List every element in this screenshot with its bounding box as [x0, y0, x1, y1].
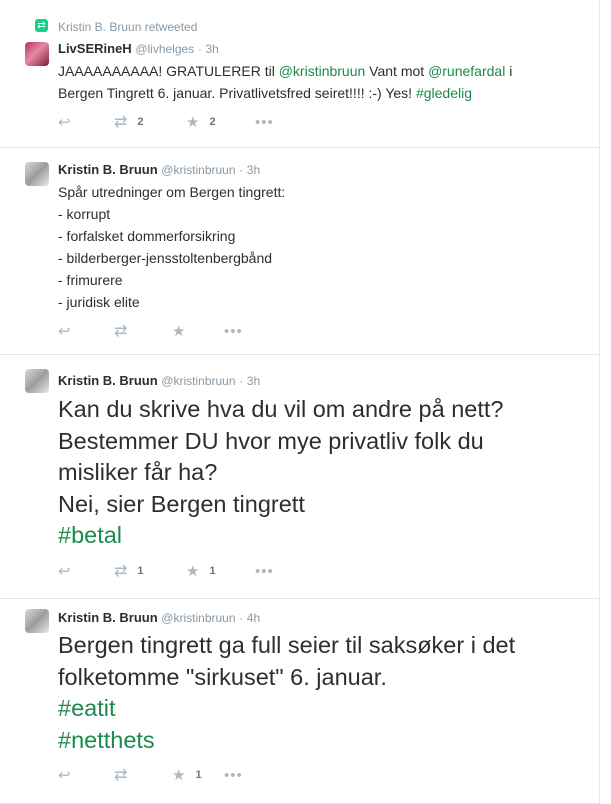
- reply-button[interactable]: ↩: [58, 765, 71, 785]
- reply-button[interactable]: ↩: [58, 112, 71, 132]
- fullname[interactable]: Kristin B. Bruun: [58, 373, 158, 388]
- retweet-button[interactable]: ⇄ 1: [114, 561, 144, 581]
- tweet-text: Bergen tingrett ga full seier til saksøk…: [58, 630, 515, 756]
- tweet-line: - bilderberger-jensstoltenbergbånd: [58, 250, 273, 266]
- reply-arrow-icon: ↩: [58, 767, 71, 784]
- avatar[interactable]: [25, 609, 49, 633]
- more-dots-icon: •••: [255, 113, 274, 131]
- tweet-text: JAAAAAAAAAA! GRATULERER til @kristinbruu…: [58, 60, 512, 104]
- reply-button[interactable]: ↩: [58, 561, 71, 581]
- avatar[interactable]: [25, 369, 49, 393]
- more-dots-icon: •••: [224, 766, 243, 784]
- hashtag-link[interactable]: #netthets: [58, 725, 515, 757]
- username[interactable]: @kristinbruun: [161, 611, 235, 625]
- reply-button[interactable]: ↩: [58, 321, 71, 341]
- tweet-header: Kristin B. Bruun @kristinbruun · 3h: [58, 373, 260, 388]
- favorite-count: 1: [209, 565, 216, 577]
- mention-link[interactable]: @runefardal: [428, 63, 505, 79]
- tweet-line: Bestemmer DU hvor mye privatliv folk du: [58, 427, 484, 454]
- more-button[interactable]: •••: [255, 112, 274, 132]
- retweet-badge-icon: ⇄: [35, 19, 48, 32]
- tweet-line: misliker får ha?: [58, 459, 218, 485]
- mention-link[interactable]: @kristinbruun: [279, 63, 366, 79]
- timestamp[interactable]: 3h: [247, 163, 260, 177]
- tweet-line: - juridisk elite: [58, 294, 140, 310]
- favorite-button[interactable]: ★ 2: [186, 112, 216, 132]
- tweet-line: Nei, sier Bergen tingrett: [58, 490, 305, 517]
- retweet-icon: ⇄: [114, 563, 128, 580]
- favorite-count: 2: [209, 116, 216, 128]
- retweet-button[interactable]: ⇄ 2: [114, 112, 144, 132]
- username[interactable]: @livhelges: [135, 42, 194, 56]
- tweet-line: JAAAAAAAAAA! GRATULERER til @kristinbruu…: [58, 63, 513, 79]
- tweet-line: Bergen tingrett ga full seier til saksøk…: [58, 632, 516, 658]
- avatar[interactable]: [25, 162, 49, 186]
- separator: ·: [197, 42, 202, 56]
- separator: ·: [239, 611, 244, 625]
- more-button[interactable]: •••: [255, 561, 274, 581]
- separator: ·: [239, 374, 244, 388]
- hashtag-link[interactable]: #gledelig: [416, 85, 472, 101]
- more-button[interactable]: •••: [224, 765, 243, 785]
- tweet-line: Bergen Tingrett 6. januar. Privatlivetsf…: [58, 85, 473, 101]
- timestamp[interactable]: 3h: [205, 42, 218, 56]
- retweet-button[interactable]: ⇄: [114, 765, 137, 785]
- tweet-3[interactable]: Kristin B. Bruun @kristinbruun · 3h Kan …: [0, 355, 599, 599]
- hashtag-link[interactable]: #eatit: [58, 693, 515, 725]
- username[interactable]: @kristinbruun: [161, 163, 235, 177]
- retweet-icon: ⇄: [114, 114, 128, 131]
- favorite-count: 1: [195, 769, 202, 781]
- reply-arrow-icon: ↩: [58, 323, 71, 340]
- retweet-icon: ⇄: [114, 767, 128, 784]
- tweet-line: Spår utredninger om Bergen tingrett:: [58, 184, 286, 200]
- avatar[interactable]: [25, 42, 49, 66]
- hashtag-link[interactable]: #betal: [58, 520, 503, 552]
- favorite-button[interactable]: ★ 1: [172, 765, 202, 785]
- reply-arrow-icon: ↩: [58, 114, 71, 131]
- tweet-stream: ⇄ Kristin B. Bruun retweeted LivSERineH …: [0, 0, 600, 804]
- star-icon: ★: [186, 114, 200, 131]
- tweet-text: Kan du skrive hva du vil om andre på net…: [58, 394, 503, 552]
- timestamp[interactable]: 4h: [247, 611, 260, 625]
- retweet-count: 2: [137, 116, 144, 128]
- tweet-text: Spår utredninger om Bergen tingrett: - k…: [58, 181, 285, 313]
- more-dots-icon: •••: [224, 322, 243, 340]
- retweet-icon: ⇄: [114, 323, 128, 340]
- star-icon: ★: [172, 767, 186, 784]
- timestamp[interactable]: 3h: [247, 374, 260, 388]
- tweet-line: - forfalsket dommerforsikring: [58, 228, 236, 244]
- favorite-button[interactable]: ★: [172, 321, 195, 341]
- tweet-line: folketomme "sirkuset" 6. januar.: [58, 663, 387, 690]
- tweet-header: LivSERineH @livhelges · 3h: [58, 41, 219, 56]
- tweet-2[interactable]: Kristin B. Bruun @kristinbruun · 3h Spår…: [0, 148, 599, 355]
- reply-arrow-icon: ↩: [58, 563, 71, 580]
- star-icon: ★: [186, 563, 200, 580]
- tweet-line: - korrupt: [58, 206, 111, 222]
- more-dots-icon: •••: [255, 562, 274, 580]
- tweet-header: Kristin B. Bruun @kristinbruun · 4h: [58, 610, 260, 625]
- fullname[interactable]: Kristin B. Bruun: [58, 162, 158, 177]
- favorite-button[interactable]: ★ 1: [186, 561, 216, 581]
- retweet-button[interactable]: ⇄: [114, 321, 137, 341]
- fullname[interactable]: LivSERineH: [58, 41, 132, 56]
- retweet-context[interactable]: ⇄ Kristin B. Bruun retweeted: [35, 19, 197, 34]
- separator: ·: [239, 163, 244, 177]
- tweet-1[interactable]: ⇄ Kristin B. Bruun retweeted LivSERineH …: [0, 0, 599, 148]
- tweet-header: Kristin B. Bruun @kristinbruun · 3h: [58, 162, 260, 177]
- fullname[interactable]: Kristin B. Bruun: [58, 610, 158, 625]
- username[interactable]: @kristinbruun: [161, 374, 235, 388]
- more-button[interactable]: •••: [224, 321, 243, 341]
- star-icon: ★: [172, 323, 186, 340]
- tweet-line: Kan du skrive hva du vil om andre på net…: [58, 396, 504, 422]
- tweet-line: - frimurere: [58, 272, 123, 288]
- retweet-count: 1: [137, 565, 144, 577]
- tweet-4[interactable]: Kristin B. Bruun @kristinbruun · 4h Berg…: [0, 599, 599, 804]
